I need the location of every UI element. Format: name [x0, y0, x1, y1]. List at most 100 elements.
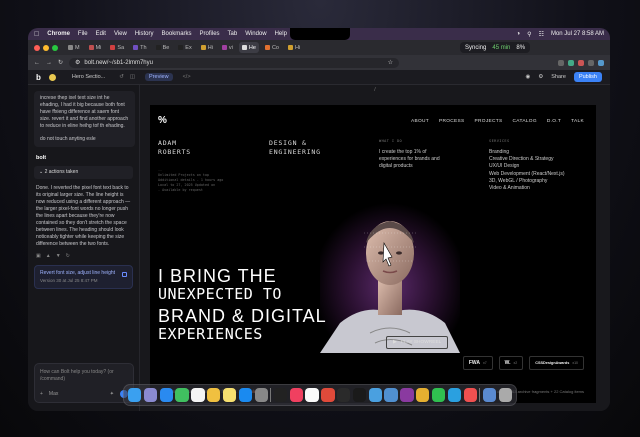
browser-tab[interactable]: Th	[130, 42, 149, 53]
extension-icon[interactable]	[568, 59, 574, 66]
sidebar-toggle-icon[interactable]: ◫	[130, 74, 135, 80]
messages-icon[interactable]	[175, 388, 189, 402]
wifi-icon[interactable]: ◑	[517, 31, 521, 37]
chat-input[interactable]: How can Bolt help you today? (or /comman…	[34, 363, 134, 403]
extension-icon[interactable]	[558, 59, 564, 66]
chrome-icon[interactable]	[321, 388, 335, 402]
forward-icon[interactable]: →	[46, 60, 52, 66]
menu-profiles[interactable]: Profiles	[200, 31, 220, 37]
preview-urlbar[interactable]: /	[140, 85, 610, 95]
address-bar[interactable]: ⚙ bolt.new/~/sb1-2lmm7hyu ☆	[69, 57, 400, 68]
nav-projects[interactable]: PROJECTS	[475, 119, 503, 124]
award-cssda[interactable]: CSSDesignAwards x10	[529, 356, 584, 370]
browser-tab[interactable]: Hi	[198, 42, 216, 53]
share-button[interactable]: Share	[551, 74, 566, 80]
nav-about[interactable]: ABOUT	[411, 119, 429, 124]
whatsapp-icon[interactable]	[431, 388, 446, 402]
raycast-icon[interactable]	[463, 388, 477, 402]
capcut-icon[interactable]	[352, 388, 367, 402]
menu-help[interactable]: Help	[275, 31, 287, 37]
browser-tab[interactable]: Co	[262, 42, 282, 53]
photos-icon[interactable]	[207, 388, 221, 402]
tab-favicon	[221, 45, 227, 50]
menu-history[interactable]: History	[135, 31, 154, 37]
enhance-icon[interactable]: ✦	[110, 391, 114, 398]
bolt-logo[interactable]: b	[36, 73, 41, 82]
apple-icon[interactable]: 	[34, 31, 39, 38]
nav-dot[interactable]: D.O.T	[547, 119, 561, 124]
notion-icon[interactable]	[305, 388, 319, 402]
code-icon[interactable]: </>	[183, 74, 191, 80]
plus-icon[interactable]: +	[40, 391, 43, 398]
chrome2-icon[interactable]	[416, 388, 430, 402]
browser-tab[interactable]: Sa	[107, 42, 127, 53]
history-icon[interactable]: ↺	[119, 74, 124, 80]
bookmark-star-icon[interactable]: ☆	[388, 59, 393, 66]
app-name[interactable]: Chrome	[47, 31, 70, 37]
settings-icon[interactable]	[254, 388, 268, 402]
minimize-window-button[interactable]	[43, 44, 49, 51]
actions-taken-toggle[interactable]: ⌄ 2 actions taken	[34, 166, 133, 179]
telegram-icon[interactable]	[447, 388, 462, 402]
restore-icon[interactable]	[122, 272, 127, 277]
syncing-indicator[interactable]: Syncing 45 min 8%	[460, 42, 531, 53]
browser-tab[interactable]: Hi	[285, 42, 303, 53]
calendar-icon[interactable]	[191, 388, 205, 402]
model-selector[interactable]: Max	[49, 391, 58, 398]
refresh-icon[interactable]: ↻	[66, 253, 70, 260]
browser-tab[interactable]: Ex	[175, 42, 194, 53]
thumbs-down-icon[interactable]: ▼	[56, 253, 61, 260]
menu-bookmarks[interactable]: Bookmarks	[162, 31, 192, 37]
finder2-icon[interactable]	[384, 388, 398, 402]
menu-file[interactable]: File	[78, 31, 88, 37]
browser-tab-active[interactable]: He	[238, 42, 259, 53]
github-icon[interactable]: ◉	[526, 74, 531, 80]
menu-window[interactable]: Window	[245, 31, 266, 37]
browser-tab[interactable]: M	[65, 42, 83, 53]
project-name[interactable]: Hero Sectio...	[72, 74, 105, 80]
browser-tab[interactable]: Be	[153, 42, 173, 53]
figma-icon[interactable]	[337, 388, 351, 402]
control-center-icon[interactable]: ☷	[539, 31, 544, 38]
site-logo[interactable]: %	[158, 115, 167, 126]
appstore-icon[interactable]	[238, 388, 252, 402]
copy-icon[interactable]: ▣	[36, 253, 41, 260]
profile-icon[interactable]	[598, 59, 604, 66]
avatar[interactable]	[48, 73, 56, 81]
menu-tab[interactable]: Tab	[228, 31, 238, 37]
finder-icon[interactable]	[128, 388, 142, 402]
reload-icon[interactable]: ↻	[58, 59, 63, 66]
close-window-button[interactable]	[34, 44, 40, 51]
zoom-window-button[interactable]	[52, 44, 58, 51]
settings-icon[interactable]: ⚙	[538, 74, 543, 80]
preview-icon[interactable]	[368, 388, 382, 402]
slack-icon[interactable]	[400, 388, 414, 402]
site-info-icon[interactable]: ⚙	[75, 59, 80, 66]
trash-icon[interactable]	[498, 388, 512, 402]
version-card[interactable]: Revert font size, adjust line height Ver…	[34, 265, 133, 289]
menu-view[interactable]: View	[114, 31, 127, 37]
terminal-icon[interactable]	[273, 388, 288, 402]
extension-icon[interactable]	[578, 59, 584, 66]
music-icon[interactable]	[289, 388, 303, 402]
nav-process[interactable]: PROCESS	[439, 119, 465, 124]
folder-icon[interactable]	[482, 388, 497, 402]
search-icon[interactable]: ⚲	[527, 31, 531, 38]
preview-tab[interactable]: Preview	[145, 73, 173, 81]
nav-catalog[interactable]: CATALOG	[513, 119, 537, 124]
notes-icon[interactable]	[222, 388, 237, 402]
thumbs-up-icon[interactable]: ▲	[46, 253, 51, 260]
award-webby[interactable]: W. x2	[498, 356, 524, 370]
launchpad-icon[interactable]	[143, 388, 158, 402]
menu-edit[interactable]: Edit	[96, 31, 106, 37]
extension-icon[interactable]	[588, 59, 594, 66]
award-fwa[interactable]: FWA x7	[462, 356, 493, 370]
play-showreel-button[interactable]: ▶ PLAY SHOWREEL	[386, 336, 449, 349]
back-icon[interactable]: ←	[34, 60, 40, 66]
safari-icon[interactable]	[159, 388, 173, 402]
browser-tab[interactable]: vi	[219, 42, 236, 53]
nav-talk[interactable]: TALK	[571, 119, 584, 124]
menubar-clock[interactable]: Mon Jul 27 8:58 AM	[551, 31, 604, 37]
browser-tab[interactable]: Mi	[86, 42, 105, 53]
publish-button[interactable]: Publish	[573, 72, 602, 82]
